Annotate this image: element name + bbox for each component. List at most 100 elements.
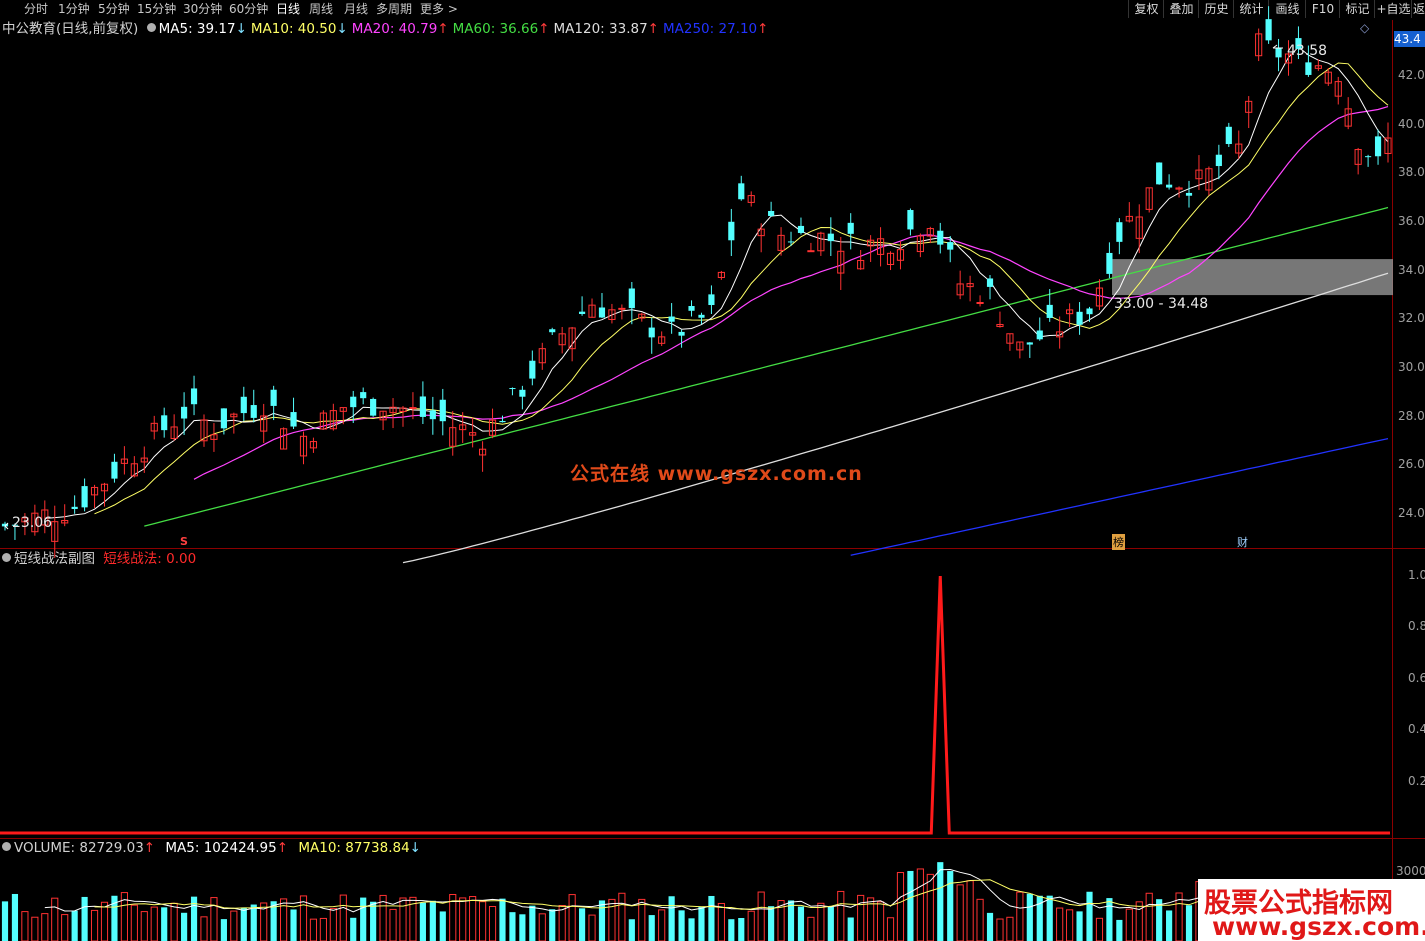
volume-bar: [1, 901, 9, 941]
volume-bar: [628, 919, 635, 941]
candle-body: [847, 222, 854, 234]
candle-body: [976, 301, 984, 304]
candle-body: [578, 311, 586, 314]
candle-body: [429, 410, 436, 420]
ma-dir-icon: ↓: [235, 21, 247, 37]
candle-body: [161, 415, 168, 431]
volume-bar: [648, 915, 655, 941]
volume-bar: [1016, 891, 1024, 941]
volume-bar: [71, 910, 78, 941]
volume-bar: [549, 909, 556, 941]
volume-bar: [618, 892, 626, 941]
volume-bar: [1056, 907, 1064, 941]
price-tick: 24.0: [1398, 505, 1425, 520]
price-tick: 38.0: [1398, 165, 1425, 180]
candle-body: [519, 389, 526, 397]
indicator-tick: 1.0: [1408, 568, 1425, 582]
candle-body: [81, 486, 88, 508]
volume-bar: [728, 919, 735, 941]
candle-body: [827, 233, 834, 242]
current-price-label: 43.4: [1394, 31, 1425, 47]
volume-bar: [220, 919, 227, 941]
candle-body: [937, 230, 944, 245]
ma-dir-icon: ↑: [437, 21, 449, 37]
high-label: 43.58: [1287, 43, 1328, 59]
ma-legend-item: MA120: 33.87↑: [553, 21, 659, 37]
volume-ma10: MA10: 87738.84: [298, 840, 410, 856]
volume-bar: [966, 880, 974, 941]
candle-body: [797, 225, 805, 233]
volume-bar: [886, 917, 895, 941]
ma-legend: MA5: 39.17↓ MA10: 40.50↓ MA20: 40.79↑ MA60:…: [159, 21, 773, 37]
volume-ma5-dir-icon: ↑: [276, 840, 289, 856]
volume-bar: [181, 912, 188, 941]
volume-bar: [976, 898, 984, 941]
volume-bar: [847, 917, 854, 941]
candle-body: [698, 314, 705, 318]
high-marker-arrow: [1272, 44, 1283, 49]
ma120-line: [402, 272, 1389, 564]
candle-body: [499, 420, 506, 423]
candle-body: [240, 396, 247, 414]
candle-body: [1086, 308, 1093, 315]
volume-bar: [370, 901, 377, 941]
volume-bar: [11, 893, 19, 941]
volume-bar: [717, 902, 725, 941]
candle-body: [509, 388, 516, 390]
volume-bar: [1125, 908, 1133, 941]
candle-body: [1156, 162, 1163, 185]
settings-circle-icon[interactable]: [2, 842, 11, 851]
indicator-panel-header: 短线战法副图 短线战法: 0.00: [2, 550, 196, 568]
stock-title[interactable]: 中公教育(日线,前复权): [2, 21, 138, 37]
candle-body: [1036, 330, 1043, 340]
ma-legend-item: MA250: 27.10↑: [662, 21, 769, 37]
volume-bar: [568, 894, 576, 941]
indicator-name[interactable]: 短线战法副图: [14, 551, 95, 567]
price-tick: 34.0: [1398, 262, 1425, 277]
ma-dir-icon: ↑: [757, 21, 769, 37]
ma-legend-item: MA60: 36.66↑: [452, 21, 550, 37]
volume-bar: [817, 902, 825, 941]
volume-panel-header: VOLUME: 82729.03↑ MA5: 102424.95↑ MA10: …: [2, 839, 421, 857]
volume-bar: [419, 902, 426, 941]
candle-body: [220, 408, 227, 429]
volume-bar: [837, 890, 845, 941]
candle-body: [290, 412, 297, 427]
cai-marker[interactable]: 财: [1237, 534, 1248, 550]
volume-bar: [1076, 911, 1083, 941]
candle-body: [250, 405, 257, 418]
candle-body: [738, 183, 745, 200]
candle-body: [1116, 222, 1123, 242]
diamond-icon[interactable]: ◇: [1360, 21, 1369, 35]
volume-bar: [51, 897, 59, 941]
settings-circle-icon[interactable]: [2, 553, 11, 562]
indicator-series-label: 短线战法: 0.00: [103, 551, 197, 567]
candle-body: [439, 399, 446, 422]
volume-bar: [956, 884, 964, 941]
price-tick: 36.0: [1398, 214, 1425, 229]
candle-body: [628, 288, 635, 309]
volume-bar: [140, 911, 148, 941]
volume-bar: [1145, 892, 1153, 941]
volume-bar: [41, 913, 49, 941]
volume-bar: [996, 918, 1004, 941]
volume-bar: [638, 898, 646, 941]
volume-bar: [708, 895, 715, 941]
volume-bar: [499, 898, 506, 941]
volume-bar: [1086, 891, 1093, 941]
main-panel-header: 中公教育(日线,前复权) MA5: 39.17↓ MA10: 40.50↓ MA20…: [2, 20, 772, 38]
volume-bar: [161, 907, 168, 941]
volume-bar: [757, 891, 765, 941]
volume-bar: [1116, 919, 1123, 941]
candle-body: [1265, 19, 1272, 41]
volume-bar: [807, 916, 815, 941]
price-zone: [1112, 259, 1393, 296]
bang-marker[interactable]: 榜: [1112, 534, 1125, 550]
volume-bar: [439, 911, 446, 941]
candle-body: [529, 360, 536, 379]
settings-circle-icon[interactable]: [146, 23, 156, 32]
volume-bar: [797, 906, 805, 941]
volume-bar: [558, 905, 566, 941]
ma-dir-icon: ↑: [538, 21, 550, 37]
s-marker[interactable]: S: [180, 535, 188, 548]
